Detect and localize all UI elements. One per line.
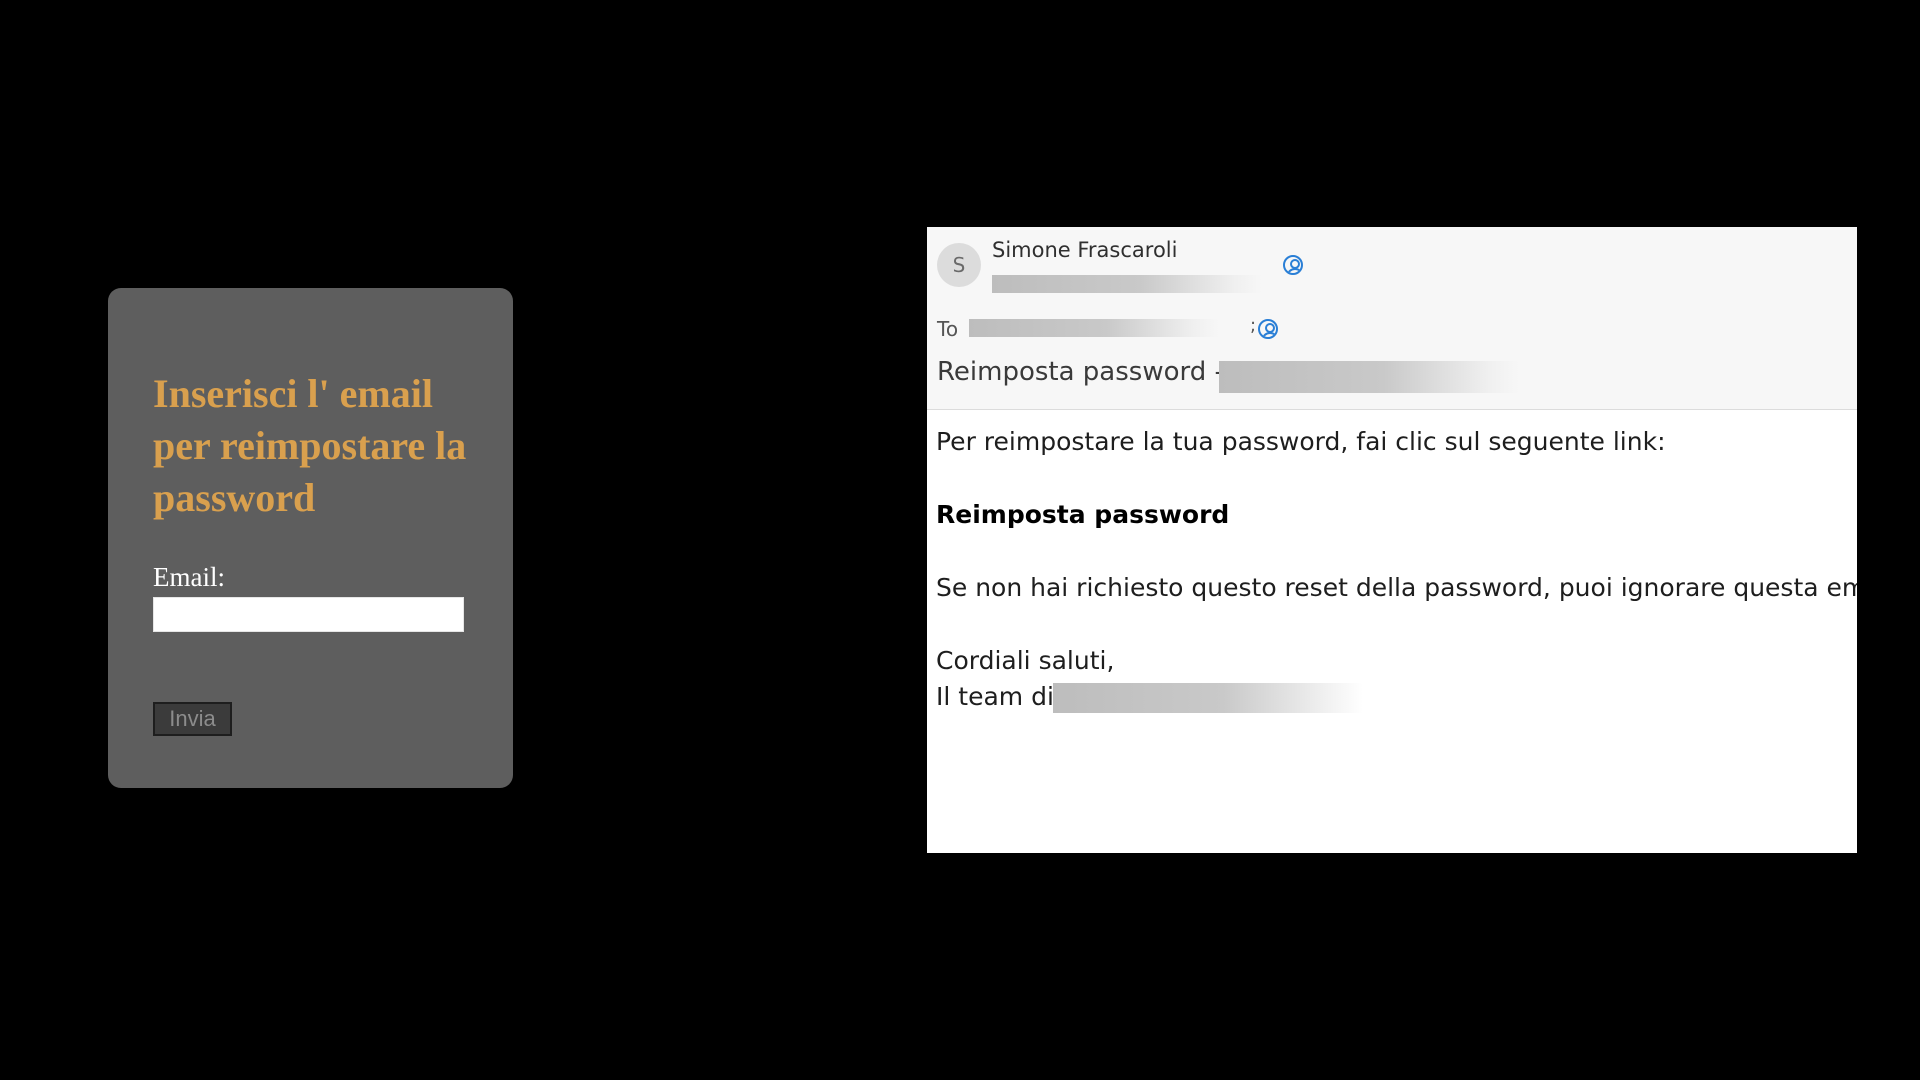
recipient-separator: ; [1250,315,1257,336]
recipient-redacted [969,319,1219,337]
submit-button[interactable]: Invia [153,702,232,736]
body-intro: Per reimpostare la tua password, fai cli… [936,427,1666,456]
to-label: To [937,317,959,341]
team-name-redacted [1053,683,1363,713]
reset-password-form: Inserisci l' email per reimpostare la pa… [108,288,513,788]
body-regards: Cordiali saluti, [936,646,1115,675]
contact-icon-shoulders [1287,268,1301,273]
email-input[interactable] [153,597,464,632]
sender-address-redacted [992,275,1262,293]
body-ignore-note: Se non hai richiesto questo reset della … [936,573,1857,602]
email-subject: Reimposta password - [937,357,1224,387]
contact-icon-shoulders [1262,332,1276,337]
email-header: S Simone Frascaroli To ; Reimposta passw… [927,227,1857,410]
reset-password-link[interactable]: Reimposta password [936,500,1229,529]
sender-avatar[interactable]: S [937,243,981,287]
subject-redacted [1219,361,1519,393]
form-title: Inserisci l' email per reimpostare la pa… [153,371,467,520]
sender-contact-icon[interactable] [1283,255,1303,275]
email-label: Email: [153,562,225,592]
email-preview: S Simone Frascaroli To ; Reimposta passw… [927,227,1857,853]
body-team-signature: Il team di [936,682,1054,711]
sender-name[interactable]: Simone Frascaroli [992,238,1177,262]
recipient-contact-icon[interactable] [1258,319,1278,339]
